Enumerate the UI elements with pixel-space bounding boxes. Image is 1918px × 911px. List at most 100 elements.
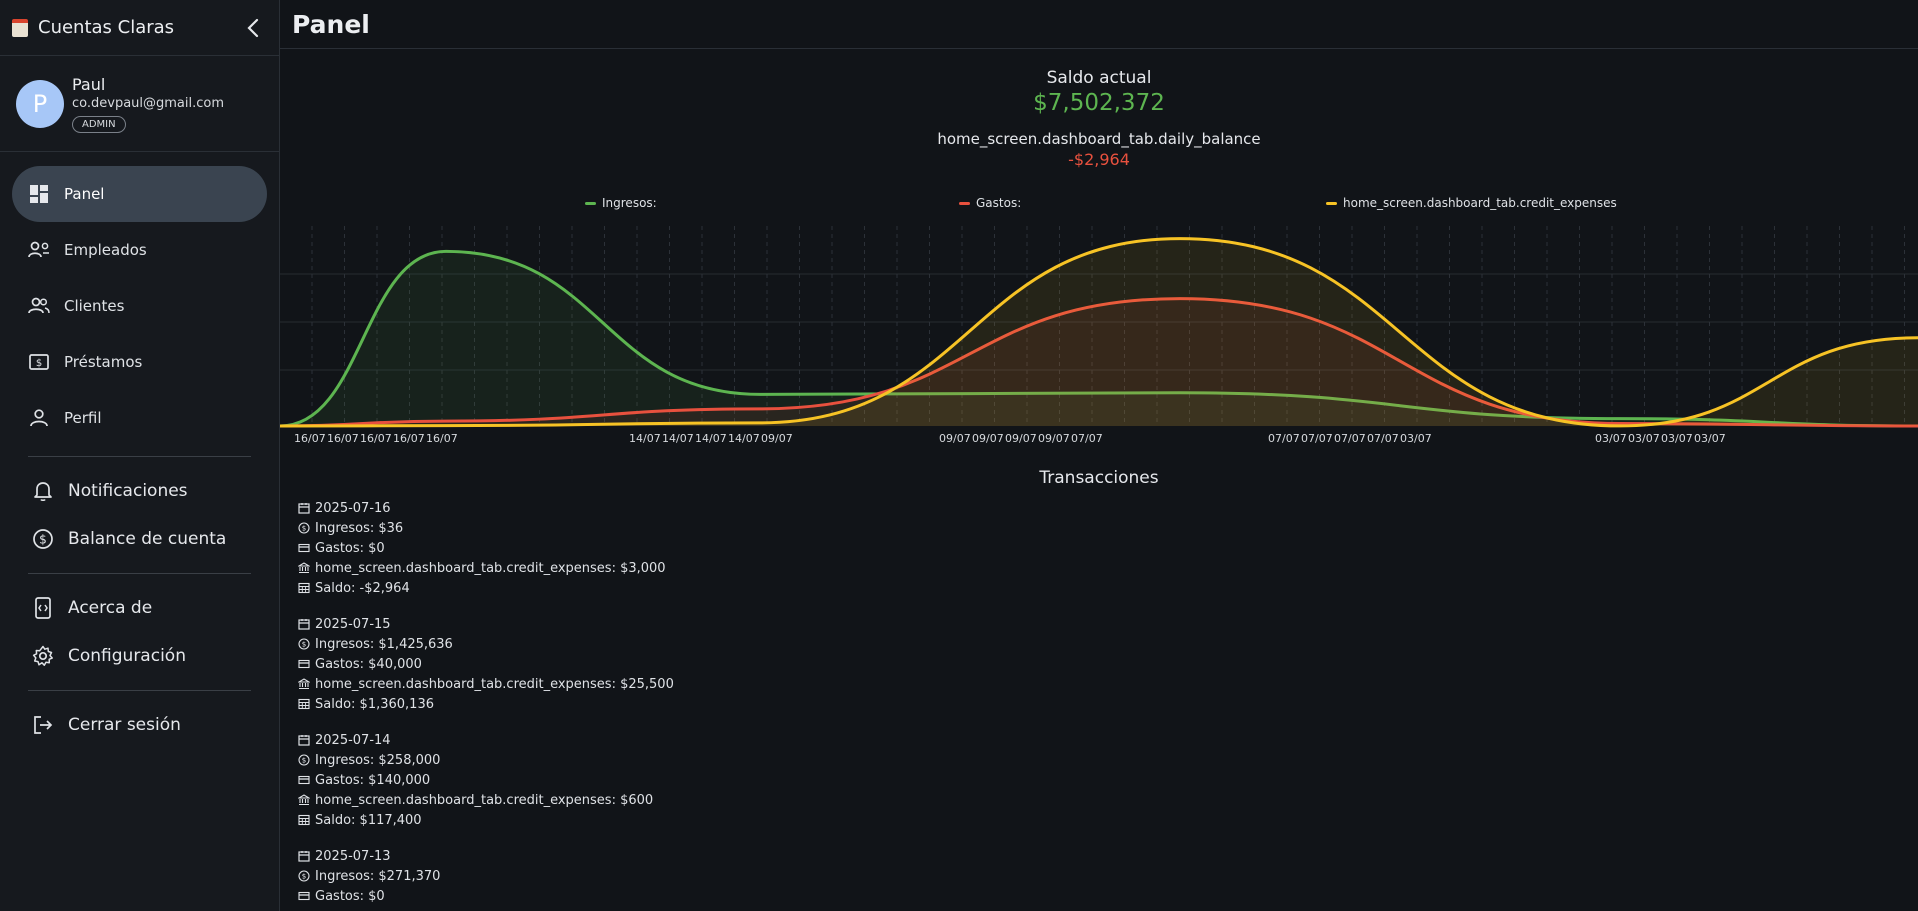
dollar-circle-icon: $ bbox=[297, 522, 310, 535]
main-nav: Panel Empleados Clientes $ Préstamos Per… bbox=[0, 152, 279, 446]
tx-credit-row: home_screen.dashboard_tab.credit_expense… bbox=[297, 790, 674, 810]
legend-item-ingresos[interactable]: Ingresos: bbox=[585, 196, 657, 210]
x-tick-label: 03/07 bbox=[1661, 432, 1693, 445]
tx-saldo-row: Saldo: $1,360,136 bbox=[297, 694, 674, 714]
nav-item-label: Acerca de bbox=[68, 598, 153, 618]
nav-item-panel[interactable]: Panel bbox=[12, 166, 267, 222]
nav-item-notificaciones[interactable]: Notificaciones bbox=[0, 467, 279, 515]
user-name: Paul bbox=[72, 74, 106, 94]
tx-credit-expenses: home_screen.dashboard_tab.credit_expense… bbox=[315, 560, 666, 576]
tx-credit-expenses: home_screen.dashboard_tab.credit_expense… bbox=[315, 676, 674, 692]
tx-credit-expenses: home_screen.dashboard_tab.credit_expense… bbox=[315, 792, 654, 808]
user-profile: P Paul co.devpaul@gmail.com ADMIN bbox=[0, 56, 279, 152]
x-tick-label: 07/07 bbox=[1268, 432, 1300, 445]
dollar-circle-icon: $ bbox=[297, 754, 310, 767]
x-tick-label: 07/07 bbox=[1334, 432, 1366, 445]
x-tick-label: 03/07 bbox=[1595, 432, 1627, 445]
svg-text:$: $ bbox=[301, 757, 305, 765]
user-email: co.devpaul@gmail.com bbox=[72, 95, 225, 111]
x-tick-label: 16/07 bbox=[327, 432, 359, 445]
transaction-group: 2025-07-16 $ Ingresos: $36 Gastos: $0 hom… bbox=[297, 498, 674, 598]
chevron-left-icon bbox=[247, 18, 259, 37]
employees-icon bbox=[28, 239, 50, 261]
tx-ingresos: Ingresos: $36 bbox=[315, 520, 404, 536]
balance-summary: Saldo actual $7,502,372 home_screen.dash… bbox=[280, 68, 1918, 169]
dollar-circle-icon: $ bbox=[297, 638, 310, 651]
x-tick-label: 09/07 bbox=[972, 432, 1004, 445]
tx-date-row: 2025-07-15 bbox=[297, 614, 674, 634]
tx-date: 2025-07-15 bbox=[315, 616, 391, 632]
x-tick-label: 03/07 bbox=[1628, 432, 1660, 445]
tx-gastos: Gastos: $0 bbox=[315, 888, 385, 904]
svg-text:$: $ bbox=[301, 641, 305, 649]
calendar-icon bbox=[297, 502, 310, 515]
svg-text:$: $ bbox=[36, 358, 42, 369]
legend-label: home_screen.dashboard_tab.credit_expense… bbox=[1343, 196, 1617, 210]
transaction-group: 2025-07-14 $ Ingresos: $258,000 Gastos: $… bbox=[297, 730, 674, 830]
tx-gastos-row: Gastos: $140,000 bbox=[297, 770, 674, 790]
tx-ingresos-row: $ Ingresos: $258,000 bbox=[297, 750, 674, 770]
svg-text:$: $ bbox=[39, 533, 47, 547]
balance-chart[interactable]: 16/07 16/07 16/07 16/07 16/07 14/07 14/07 14/07… bbox=[280, 226, 1918, 448]
nav-item-configuracion[interactable]: Configuración bbox=[0, 632, 279, 680]
dashboard-icon bbox=[28, 183, 50, 205]
sidebar-divider bbox=[28, 690, 251, 691]
nav-item-label: Préstamos bbox=[64, 353, 143, 371]
nav-item-perfil[interactable]: Perfil bbox=[12, 390, 267, 446]
daily-balance-value: -$2,964 bbox=[1068, 150, 1130, 169]
logout-button[interactable]: Cerrar sesión bbox=[0, 701, 279, 749]
nav-item-clientes[interactable]: Clientes bbox=[12, 278, 267, 334]
calendar-icon bbox=[297, 734, 310, 747]
gear-icon bbox=[32, 645, 54, 667]
tx-saldo-row: Saldo: $117,400 bbox=[297, 810, 674, 830]
tx-date: 2025-07-13 bbox=[315, 848, 391, 864]
nav-item-prestamos[interactable]: $ Préstamos bbox=[12, 334, 267, 390]
tx-ingresos-row: $ Ingresos: $36 bbox=[297, 518, 674, 538]
sidebar-divider bbox=[28, 456, 251, 457]
nav-item-empleados[interactable]: Empleados bbox=[12, 222, 267, 278]
x-tick-label: 03/07 bbox=[1694, 432, 1726, 445]
app-logo-icon bbox=[12, 18, 28, 37]
x-tick-label: 09/07 bbox=[1038, 432, 1070, 445]
nav-item-label: Perfil bbox=[64, 409, 102, 427]
app-title: Cuentas Claras bbox=[38, 17, 175, 38]
x-tick-label: 14/07 bbox=[662, 432, 694, 445]
x-tick-label: 07/07 bbox=[1367, 432, 1399, 445]
legend-item-gastos[interactable]: Gastos: bbox=[959, 196, 1021, 210]
tx-date: 2025-07-16 bbox=[315, 500, 391, 516]
avatar[interactable]: P bbox=[16, 79, 64, 128]
tx-ingresos-row: $ Ingresos: $1,425,636 bbox=[297, 634, 674, 654]
tx-saldo: Saldo: $117,400 bbox=[315, 812, 422, 828]
calculator-icon bbox=[297, 698, 310, 711]
legend-swatch bbox=[1326, 201, 1337, 205]
sidebar: Cuentas Claras P Paul co.devpaul@gmail.c… bbox=[0, 0, 280, 911]
legend-item-credit-expenses[interactable]: home_screen.dashboard_tab.credit_expense… bbox=[1326, 196, 1617, 210]
dollar-circle-icon: $ bbox=[32, 528, 54, 550]
tx-ingresos: Ingresos: $258,000 bbox=[315, 752, 441, 768]
collapse-sidebar-button[interactable] bbox=[239, 14, 267, 42]
transaction-group: 2025-07-15 $ Ingresos: $1,425,636 Gastos:… bbox=[297, 614, 674, 714]
logout-icon bbox=[32, 714, 54, 736]
x-tick-label: 14/07 bbox=[629, 432, 661, 445]
bell-icon bbox=[32, 480, 54, 502]
main-content: Panel Saldo actual $7,502,372 home_scree… bbox=[280, 0, 1918, 911]
tx-ingresos: Ingresos: $271,370 bbox=[315, 868, 441, 884]
nav-item-acerca-de[interactable]: Acerca de bbox=[0, 584, 279, 632]
x-tick-label: 16/07 bbox=[426, 432, 458, 445]
nav-item-label: Notificaciones bbox=[68, 481, 188, 501]
page-title: Panel bbox=[292, 9, 370, 39]
chart-legend: Ingresos: Gastos: home_screen.dashboard_… bbox=[280, 196, 1918, 214]
nav-item-balance[interactable]: $ Balance de cuenta bbox=[0, 515, 279, 563]
legend-label: Ingresos: bbox=[602, 196, 657, 210]
legend-label: Gastos: bbox=[976, 196, 1022, 210]
calculator-icon bbox=[297, 814, 310, 827]
sidebar-header: Cuentas Claras bbox=[0, 0, 279, 56]
about-icon bbox=[32, 597, 54, 619]
x-tick-label: 07/07 bbox=[1071, 432, 1103, 445]
tx-date: 2025-07-14 bbox=[315, 732, 391, 748]
tx-gastos: Gastos: $0 bbox=[315, 540, 385, 556]
saldo-value: $7,502,372 bbox=[1033, 90, 1165, 116]
sidebar-divider bbox=[28, 573, 251, 574]
x-tick-label: 09/07 bbox=[939, 432, 971, 445]
credit-card-icon bbox=[297, 774, 310, 787]
